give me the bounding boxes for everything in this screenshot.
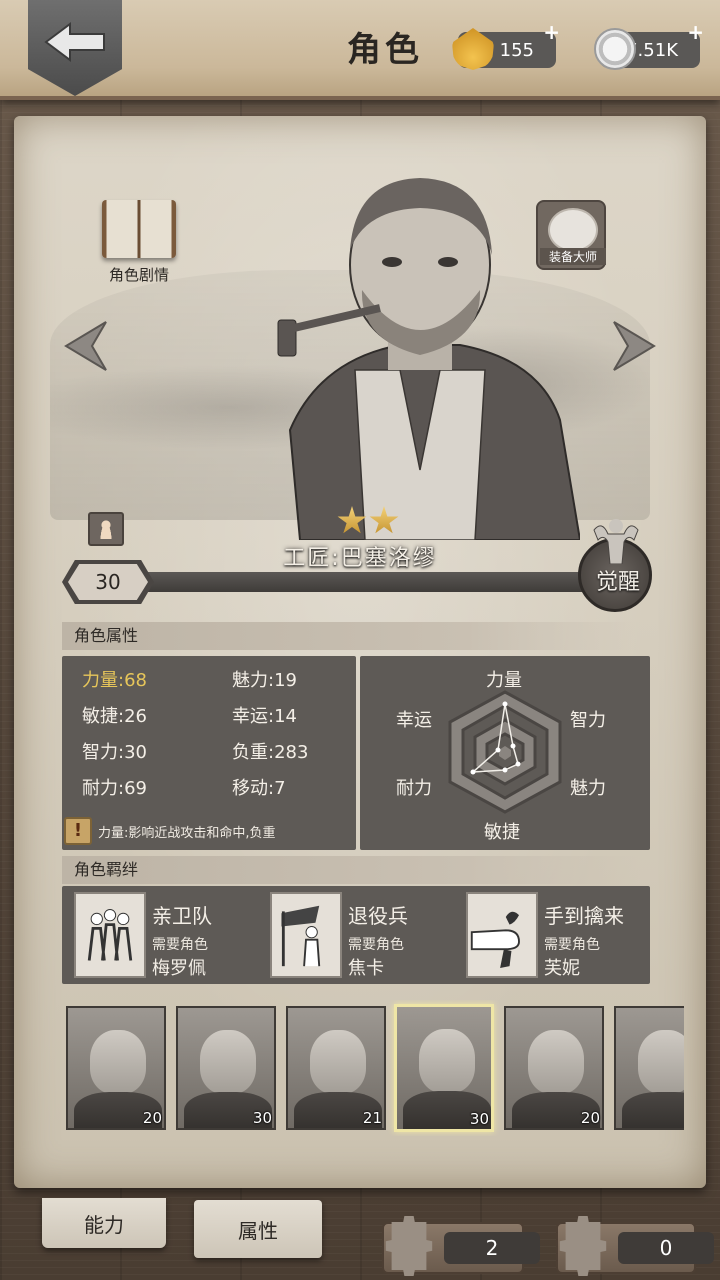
next-character-button[interactable] bbox=[610, 320, 658, 372]
radar-label-strength: 力量 bbox=[486, 670, 522, 691]
bond-guards[interactable]: 亲卫队 需要角色 梅罗佩 bbox=[66, 892, 256, 979]
crossed-swords-icon bbox=[548, 208, 598, 252]
bond-character: 梅罗佩 bbox=[152, 958, 206, 979]
attributes-panel: 力量:68 魅力:19 敏捷:26 幸运:14 智力:30 负重:283 耐力:… bbox=[62, 656, 356, 850]
previous-character-button[interactable] bbox=[62, 320, 110, 372]
stat-charisma[interactable]: 魅力:19 bbox=[232, 666, 297, 692]
chevron-left-icon bbox=[64, 321, 107, 371]
roster-level: 30 bbox=[469, 1110, 489, 1128]
attribute-radar-panel: 力量 幸运 智力 耐力 魅力 敏捷 bbox=[360, 656, 650, 850]
roster-level: 30 bbox=[252, 1109, 272, 1127]
roster-level: 20 bbox=[142, 1109, 162, 1127]
exclamation-icon: ! bbox=[64, 817, 92, 845]
page-title: 角色 bbox=[347, 30, 423, 70]
puzzle-piece-icon bbox=[385, 1216, 433, 1276]
star-icon bbox=[337, 506, 367, 534]
puzzle-counter-2[interactable]: 0 bbox=[556, 1216, 714, 1276]
roster-card[interactable]: 21 bbox=[286, 1006, 386, 1130]
character-puzzle-icon bbox=[559, 1216, 607, 1276]
stat-strength[interactable]: 力量:68 bbox=[82, 666, 147, 692]
muscle-figure-icon bbox=[593, 519, 639, 564]
coin-currency[interactable]: 7.51K + bbox=[594, 20, 704, 70]
radar-label-agility: 敏捷 bbox=[484, 822, 520, 843]
character-story-label: 角色剧情 bbox=[108, 267, 169, 284]
radar-label-intelligence: 智力 bbox=[570, 710, 606, 731]
experience-bar bbox=[110, 572, 630, 592]
character-name: 工匠:巴塞洛缪 bbox=[283, 546, 437, 571]
character-body bbox=[622, 1092, 684, 1128]
profile-button[interactable] bbox=[88, 512, 124, 546]
top-bar: 角色 155 + 7.51K + bbox=[0, 0, 720, 100]
attributes-header: 角色属性 bbox=[62, 622, 640, 650]
roster-card[interactable] bbox=[614, 1006, 684, 1130]
bond-title: 亲卫队 bbox=[152, 904, 212, 928]
shell-icon bbox=[452, 28, 494, 70]
guards-figures-icon bbox=[74, 892, 146, 978]
bond-easy-catch[interactable]: 手到擒来 需要角色 芙妮 bbox=[458, 892, 648, 979]
stat-endurance[interactable]: 耐力:69 bbox=[82, 774, 147, 800]
character-face bbox=[90, 1030, 146, 1094]
puzzle-count-2: 0 bbox=[618, 1232, 714, 1264]
equipment-master-frame: 装备大师 bbox=[536, 200, 606, 270]
shell-amount: 155 bbox=[499, 39, 534, 61]
bond-title: 手到擒来 bbox=[544, 904, 624, 928]
stat-agility[interactable]: 敏捷:26 bbox=[82, 702, 147, 728]
bond-requirement: 需要角色 bbox=[152, 937, 208, 953]
awaken-label: 觉醒 bbox=[595, 570, 640, 595]
radar-label-charisma: 魅力 bbox=[570, 778, 606, 799]
coin-icon bbox=[594, 28, 636, 70]
person-icon bbox=[99, 519, 113, 539]
character-face bbox=[419, 1029, 475, 1093]
back-arrow-icon bbox=[44, 22, 105, 62]
flag-soldier-icon bbox=[270, 892, 342, 978]
hand-bird-icon bbox=[466, 892, 538, 978]
roster-card[interactable]: 20 bbox=[504, 1006, 604, 1130]
tab-attributes[interactable]: 属性 bbox=[194, 1200, 322, 1258]
add-coin-button[interactable]: + bbox=[687, 20, 704, 44]
chevron-right-icon bbox=[613, 321, 656, 371]
character-roster: 20 30 21 30 20 bbox=[62, 1000, 684, 1136]
attribute-hint: ! 力量:影响近战攻击和命中,负重 bbox=[64, 816, 354, 846]
bond-veteran[interactable]: 退役兵 需要角色 焦卡 bbox=[262, 892, 452, 979]
character-story-button[interactable]: 角色剧情 bbox=[98, 196, 180, 288]
roster-level: 20 bbox=[580, 1109, 600, 1127]
roster-card[interactable]: 20 bbox=[66, 1006, 166, 1130]
radar-label-luck: 幸运 bbox=[396, 710, 432, 731]
equipment-master-label: 装备大师 bbox=[540, 248, 606, 265]
bond-requirement: 需要角色 bbox=[544, 937, 600, 953]
star-rating bbox=[337, 506, 403, 536]
add-shell-button[interactable]: + bbox=[543, 20, 560, 44]
character-face bbox=[200, 1030, 256, 1094]
book-icon bbox=[102, 200, 176, 258]
bonds-panel: 亲卫队 需要角色 梅罗佩 退役兵 需要角色 焦卡 手到擒来 需要角色 芙妮 bbox=[62, 886, 650, 984]
attribute-hint-text: 力量:影响近战攻击和命中,负重 bbox=[98, 825, 276, 841]
character-face bbox=[638, 1030, 684, 1094]
character-face bbox=[310, 1030, 366, 1094]
back-button[interactable] bbox=[28, 0, 122, 96]
bond-character: 焦卡 bbox=[348, 958, 384, 979]
level-value: 30 bbox=[68, 564, 148, 600]
roster-card-selected[interactable]: 30 bbox=[394, 1004, 494, 1132]
character-portrait bbox=[277, 178, 580, 540]
star-icon bbox=[369, 506, 399, 534]
stat-luck[interactable]: 幸运:14 bbox=[232, 702, 297, 728]
stat-load[interactable]: 负重:283 bbox=[232, 738, 308, 764]
bond-character: 芙妮 bbox=[544, 958, 580, 979]
stat-intelligence[interactable]: 智力:30 bbox=[82, 738, 147, 764]
attribute-radar-chart bbox=[448, 690, 562, 814]
radar-label-endurance: 耐力 bbox=[396, 778, 432, 799]
bonds-header: 角色羁绊 bbox=[62, 856, 640, 884]
roster-card[interactable]: 30 bbox=[176, 1006, 276, 1130]
equipment-master-button[interactable]: 装备大师 bbox=[536, 200, 608, 272]
character-face bbox=[528, 1030, 584, 1094]
roster-level: 21 bbox=[362, 1109, 382, 1127]
puzzle-counter-1[interactable]: 2 bbox=[382, 1216, 540, 1276]
bond-title: 退役兵 bbox=[348, 904, 408, 928]
puzzle-count-1: 2 bbox=[444, 1232, 540, 1264]
bond-requirement: 需要角色 bbox=[348, 937, 404, 953]
stat-movement[interactable]: 移动:7 bbox=[232, 774, 286, 800]
tab-ability[interactable]: 能力 bbox=[42, 1198, 166, 1248]
shell-currency[interactable]: 155 + bbox=[452, 20, 560, 70]
level-badge: 30 bbox=[62, 560, 154, 604]
